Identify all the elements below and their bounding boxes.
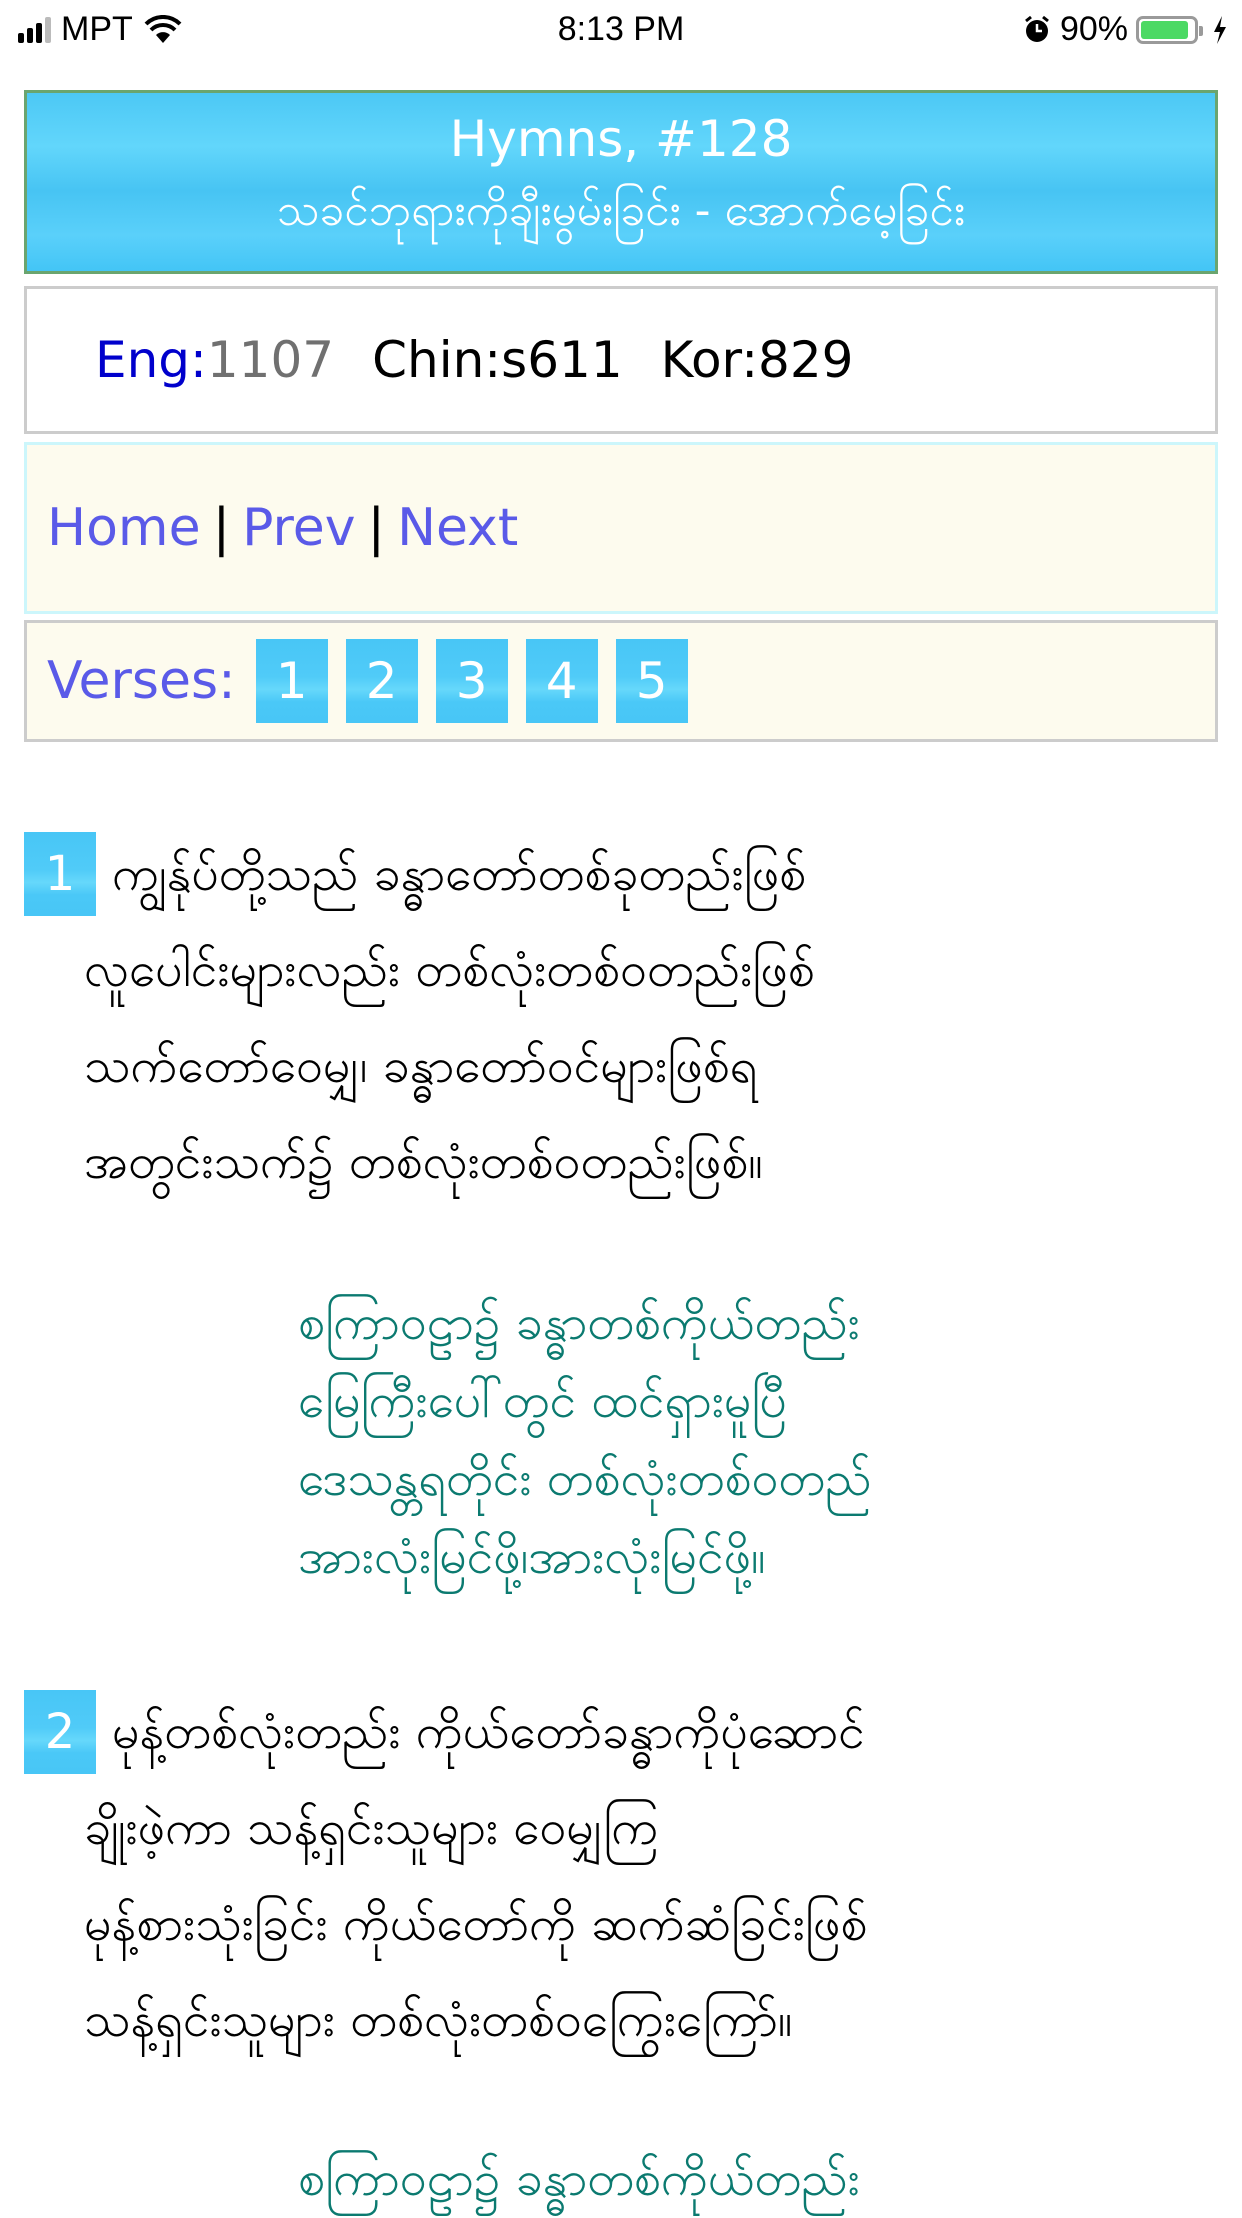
verse-number-badge: 1 xyxy=(24,832,96,916)
verse-line: မုန့်တစ်လုံးတည်း ကိုယ်တော်ခန္ဓာကိုပုံဆော… xyxy=(112,1704,865,1760)
chorus: စကြာဝဠာ၌ ခန္ဓာတစ်ကိုယ်တည်း မြေကြီးပေါ်တွ… xyxy=(298,1284,1198,1596)
chorus-line: မြေကြီးပေါ်တွင် ထင်ရှားမူပြီ xyxy=(298,1373,787,1429)
battery-percent: 90% xyxy=(1059,10,1128,48)
chorus-line: စကြာဝဠာ၌ ခန္ဓာတစ်ကိုယ်တည်း xyxy=(298,2151,860,2207)
verse-line: ချိုးဖဲ့ကာ သန့်ရှင်းသူများ ဝေမျှကြ xyxy=(84,1800,659,1856)
verse-button-5[interactable]: 5 xyxy=(615,639,688,723)
hymn-navigation: Home | Prev | Next xyxy=(24,442,1218,614)
charging-bolt-icon xyxy=(1214,15,1226,44)
alarm-icon xyxy=(1025,15,1049,42)
verse-number-badge: 2 xyxy=(24,1690,96,1774)
eng-label: Eng: xyxy=(95,331,207,389)
home-link[interactable]: Home xyxy=(47,498,201,558)
verse-button-4[interactable]: 4 xyxy=(525,639,598,723)
eng-number: 1107 xyxy=(206,331,335,389)
verse-1: 1 ကျွန်ုပ်တို့သည် ခန္ဓာတော်တစ်ခုတည်းဖြစ်… xyxy=(24,832,1204,1216)
chorus-line: အားလုံးမြင်ဖို့၊အားလုံးမြင်ဖို့။ xyxy=(298,1529,766,1585)
nav-separator: | xyxy=(367,498,386,558)
prev-link[interactable]: Prev xyxy=(242,498,355,558)
chin-number: Chin:s611 xyxy=(372,331,623,389)
nav-separator: | xyxy=(212,498,231,558)
hymn-subtitle: သခင်ဘုရားကိုချီးမွမ်းခြင်း - အောက်မေ့ခြင… xyxy=(277,185,965,236)
verse-line: ကျွန်ုပ်တို့သည် ခန္ဓာတော်တစ်ခုတည်းဖြစ် xyxy=(112,846,807,902)
chorus-line: စကြာဝဠာ၌ ခန္ဓာတစ်ကိုယ်တည်း xyxy=(298,1295,860,1351)
verse-button-1[interactable]: 1 xyxy=(255,639,328,723)
chorus: စကြာဝဠာ၌ ခန္ဓာတစ်ကိုယ်တည်း xyxy=(298,2140,1198,2218)
verse-2: 2 မုန့်တစ်လုံးတည်း ကိုယ်တော်ခန္ဓာကိုပုံဆ… xyxy=(24,1690,1204,2074)
hymn-cross-references: Eng: 1107 Chin:s611 Kor:829 xyxy=(24,286,1218,434)
status-bar: MPT 8:13 PM 90% xyxy=(0,0,1242,60)
verse-line: သက်တော်ဝေမျှ၊ ခန္ဓာတော်ဝင်များဖြစ်ရ xyxy=(84,1038,758,1094)
verse-line: မုန့်စားသုံးခြင်း ကိုယ်တော်ကို ဆက်ဆံခြင်… xyxy=(84,1896,868,1952)
verse-button-2[interactable]: 2 xyxy=(345,639,418,723)
hymn-title: Hymns, #128 xyxy=(449,110,793,168)
verse-line: သန့်ရှင်းသူများ တစ်လုံးတစ်ဝကြွေးကြော်။ xyxy=(84,1992,793,2048)
kor-number: Kor:829 xyxy=(660,331,854,389)
verse-line: အတွင်းသက်၌ တစ်လုံးတစ်ဝတည်းဖြစ်။ xyxy=(84,1134,763,1190)
verse-line: လူပေါင်းများလည်း တစ်လုံးတစ်ဝတည်းဖြစ် xyxy=(84,942,815,998)
battery-icon xyxy=(1136,15,1203,44)
chorus-line: ဒေသန္တရတိုင်း တစ်လုံးတစ်ဝတည် xyxy=(298,1451,872,1507)
verse-jump-bar: Verses: 1 2 3 4 5 xyxy=(24,620,1218,742)
next-link[interactable]: Next xyxy=(397,498,518,558)
hymn-header: Hymns, #128 သခင်ဘုရားကိုချီးမွမ်းခြင်း -… xyxy=(24,90,1218,274)
verses-label: Verses: xyxy=(47,651,236,711)
verse-button-3[interactable]: 3 xyxy=(435,639,508,723)
